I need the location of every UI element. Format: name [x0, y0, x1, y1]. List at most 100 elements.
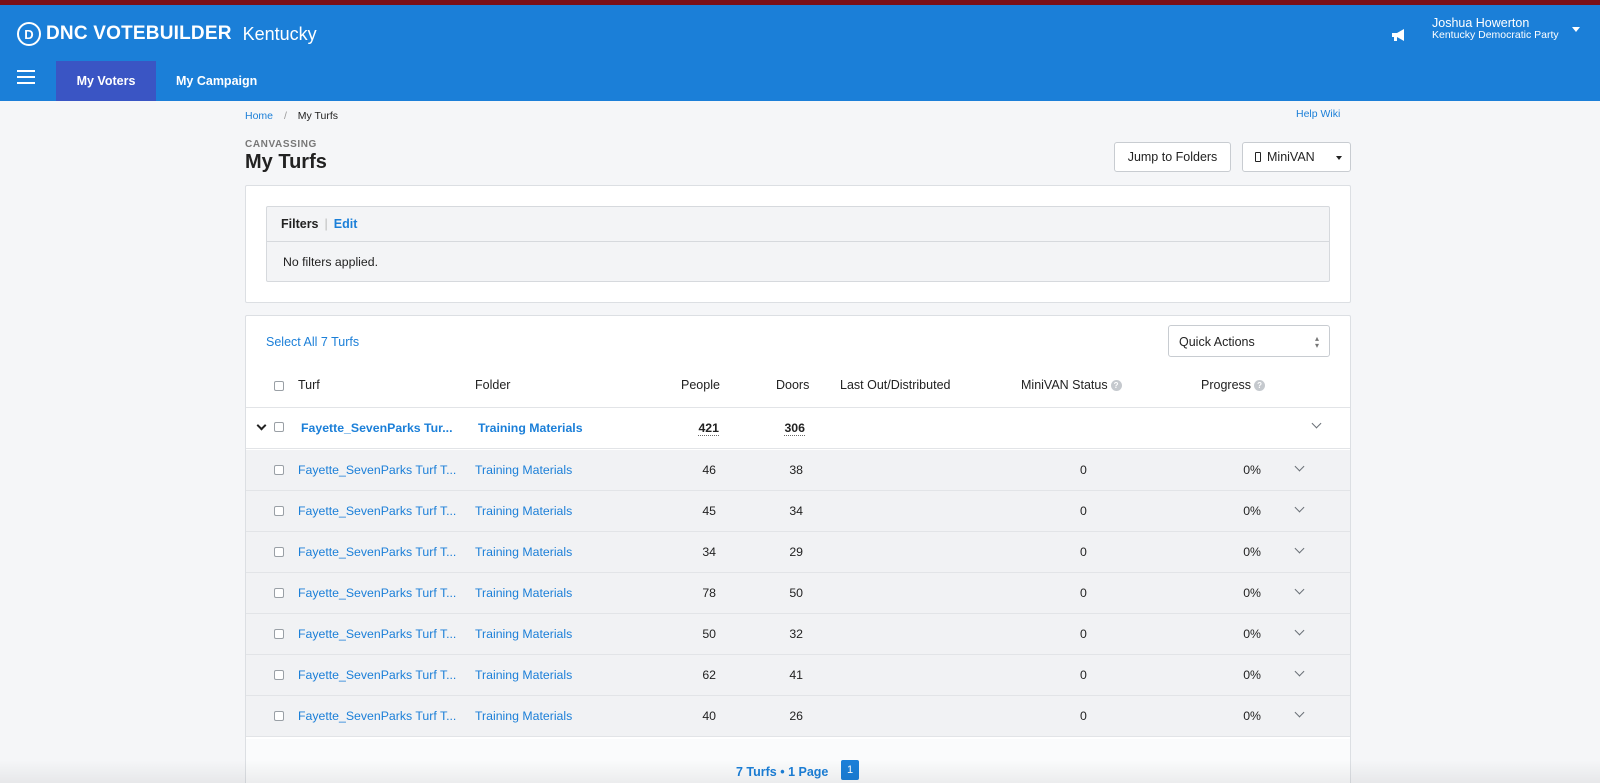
- breadcrumb-home[interactable]: Home: [245, 110, 273, 122]
- column-header-minivan-status[interactable]: MiniVAN Status?: [1021, 378, 1122, 392]
- row-turf-link[interactable]: Fayette_SevenParks Turf T...: [298, 504, 456, 518]
- row-checkbox[interactable]: [274, 629, 284, 639]
- row-minivan-status: 0: [1080, 463, 1087, 477]
- row-turf-link[interactable]: Fayette_SevenParks Turf T...: [298, 668, 456, 682]
- row-turf-link[interactable]: Fayette_SevenParks Turf T...: [298, 586, 456, 600]
- tab-my-campaign[interactable]: My Campaign: [156, 61, 277, 101]
- group-people-value: 421: [698, 421, 719, 436]
- caret-down-icon: [1336, 156, 1342, 160]
- row-checkbox[interactable]: [274, 711, 284, 721]
- table-row: Fayette_SevenParks Turf T... Training Mat…: [246, 614, 1350, 655]
- column-header-doors[interactable]: Doors: [776, 378, 809, 392]
- quick-actions-label: Quick Actions: [1179, 335, 1255, 349]
- row-folder-link[interactable]: Training Materials: [475, 668, 572, 682]
- row-checkbox[interactable]: [274, 465, 284, 475]
- column-header-turf[interactable]: Turf: [298, 378, 320, 392]
- row-expand-chevron-icon[interactable]: [1294, 502, 1305, 513]
- tab-my-voters[interactable]: My Voters: [56, 61, 156, 101]
- user-menu[interactable]: Joshua Howerton Kentucky Democratic Part…: [1432, 17, 1559, 41]
- group-folder-link[interactable]: Training Materials: [478, 421, 583, 435]
- row-minivan-status: 0: [1080, 545, 1087, 559]
- minivan-status-label: MiniVAN Status: [1021, 378, 1108, 392]
- page-eyebrow: CANVASSING: [245, 139, 317, 150]
- row-turf-link[interactable]: Fayette_SevenParks Turf T...: [298, 709, 456, 723]
- help-wiki-link[interactable]: Help Wiki: [1296, 108, 1340, 120]
- row-minivan-status: 0: [1080, 504, 1087, 518]
- row-progress: 0%: [1243, 627, 1261, 641]
- filters-edit-link[interactable]: Edit: [334, 217, 358, 231]
- brand[interactable]: D DNC VOTEBUILDER Kentucky: [17, 22, 317, 46]
- state-name: Kentucky: [242, 23, 317, 44]
- help-icon[interactable]: ?: [1254, 380, 1266, 392]
- user-menu-caret-icon[interactable]: [1572, 27, 1580, 32]
- row-doors: 26: [789, 709, 803, 723]
- filters-separator: |: [324, 217, 328, 231]
- row-turf-link[interactable]: Fayette_SevenParks Turf T...: [298, 627, 456, 641]
- row-expand-chevron-icon[interactable]: [1294, 543, 1305, 554]
- row-expand-chevron-icon[interactable]: [1294, 584, 1305, 595]
- help-icon[interactable]: ?: [1110, 380, 1122, 392]
- row-expand-chevron-icon[interactable]: [1294, 666, 1305, 677]
- minivan-button[interactable]: MiniVAN: [1242, 142, 1351, 172]
- row-folder-link[interactable]: Training Materials: [475, 545, 572, 559]
- row-checkbox[interactable]: [274, 547, 284, 557]
- row-doors: 29: [789, 545, 803, 559]
- megaphone-icon[interactable]: [1390, 27, 1408, 43]
- user-name: Joshua Howerton: [1432, 16, 1530, 30]
- collapse-chevron-icon[interactable]: [256, 420, 267, 431]
- row-checkbox[interactable]: [274, 588, 284, 598]
- row-people: 78: [702, 586, 716, 600]
- select-arrows-icon: ▴ ▾: [1314, 334, 1319, 350]
- table-row: Fayette_SevenParks Turf T... Training Mat…: [246, 532, 1350, 573]
- row-folder-link[interactable]: Training Materials: [475, 504, 572, 518]
- pagination-summary: 7 Turfs • 1 Page: [736, 765, 829, 779]
- row-doors: 50: [789, 586, 803, 600]
- column-header-folder[interactable]: Folder: [475, 378, 510, 392]
- quick-actions-select[interactable]: Quick Actions ▴ ▾: [1168, 325, 1330, 357]
- row-checkbox[interactable]: [274, 670, 284, 680]
- row-expand-chevron-icon[interactable]: [1294, 625, 1305, 636]
- row-folder-link[interactable]: Training Materials: [475, 586, 572, 600]
- group-turf-link[interactable]: Fayette_SevenParks Tur...: [301, 421, 453, 435]
- table-row: Fayette_SevenParks Turf T... Training Mat…: [246, 491, 1350, 532]
- row-folder-link[interactable]: Training Materials: [475, 709, 572, 723]
- phone-icon: [1255, 152, 1261, 162]
- row-doors: 41: [789, 668, 803, 682]
- row-turf-link[interactable]: Fayette_SevenParks Turf T...: [298, 545, 456, 559]
- column-header-progress[interactable]: Progress?: [1201, 378, 1266, 392]
- select-all-link[interactable]: Select All 7 Turfs: [266, 335, 359, 349]
- row-progress: 0%: [1243, 586, 1261, 600]
- row-folder-link[interactable]: Training Materials: [475, 627, 572, 641]
- select-all-checkbox[interactable]: [274, 381, 284, 391]
- group-people-total: 421: [679, 421, 719, 436]
- row-expand-chevron-icon[interactable]: [1294, 707, 1305, 718]
- dnc-logo-icon: D: [17, 22, 41, 46]
- row-progress: 0%: [1243, 545, 1261, 559]
- page-title: My Turfs: [245, 151, 327, 173]
- row-doors: 32: [789, 627, 803, 641]
- row-expand-chevron-icon[interactable]: [1294, 461, 1305, 472]
- row-checkbox[interactable]: [274, 506, 284, 516]
- page-button-current[interactable]: 1: [841, 760, 859, 780]
- row-turf-link[interactable]: Fayette_SevenParks Turf T...: [298, 463, 456, 477]
- row-minivan-status: 0: [1080, 627, 1087, 641]
- pagination: 7 Turfs • 1 Page 1: [246, 739, 1350, 783]
- row-doors: 34: [789, 504, 803, 518]
- column-header-last-out[interactable]: Last Out/Distributed: [840, 378, 950, 392]
- group-expand-chevron-icon[interactable]: [1311, 418, 1322, 429]
- minivan-label: MiniVAN: [1267, 150, 1315, 164]
- filters-header: Filters | Edit: [267, 207, 1329, 242]
- row-people: 50: [702, 627, 716, 641]
- progress-label: Progress: [1201, 378, 1252, 392]
- group-doors-value: 306: [784, 421, 805, 436]
- row-folder-link[interactable]: Training Materials: [475, 463, 572, 477]
- column-header-people[interactable]: People: [681, 378, 720, 392]
- group-checkbox[interactable]: [274, 422, 284, 432]
- turfs-table-panel: Select All 7 Turfs Quick Actions ▴ ▾ Turf…: [245, 315, 1351, 783]
- brand-name: DNC VOTEBUILDER: [46, 23, 232, 44]
- jump-to-folders-button[interactable]: Jump to Folders: [1114, 142, 1231, 172]
- hamburger-menu-icon[interactable]: [17, 70, 35, 84]
- row-doors: 38: [789, 463, 803, 477]
- breadcrumb: Home / My Turfs: [245, 110, 338, 122]
- user-organization: Kentucky Democratic Party: [1432, 29, 1559, 41]
